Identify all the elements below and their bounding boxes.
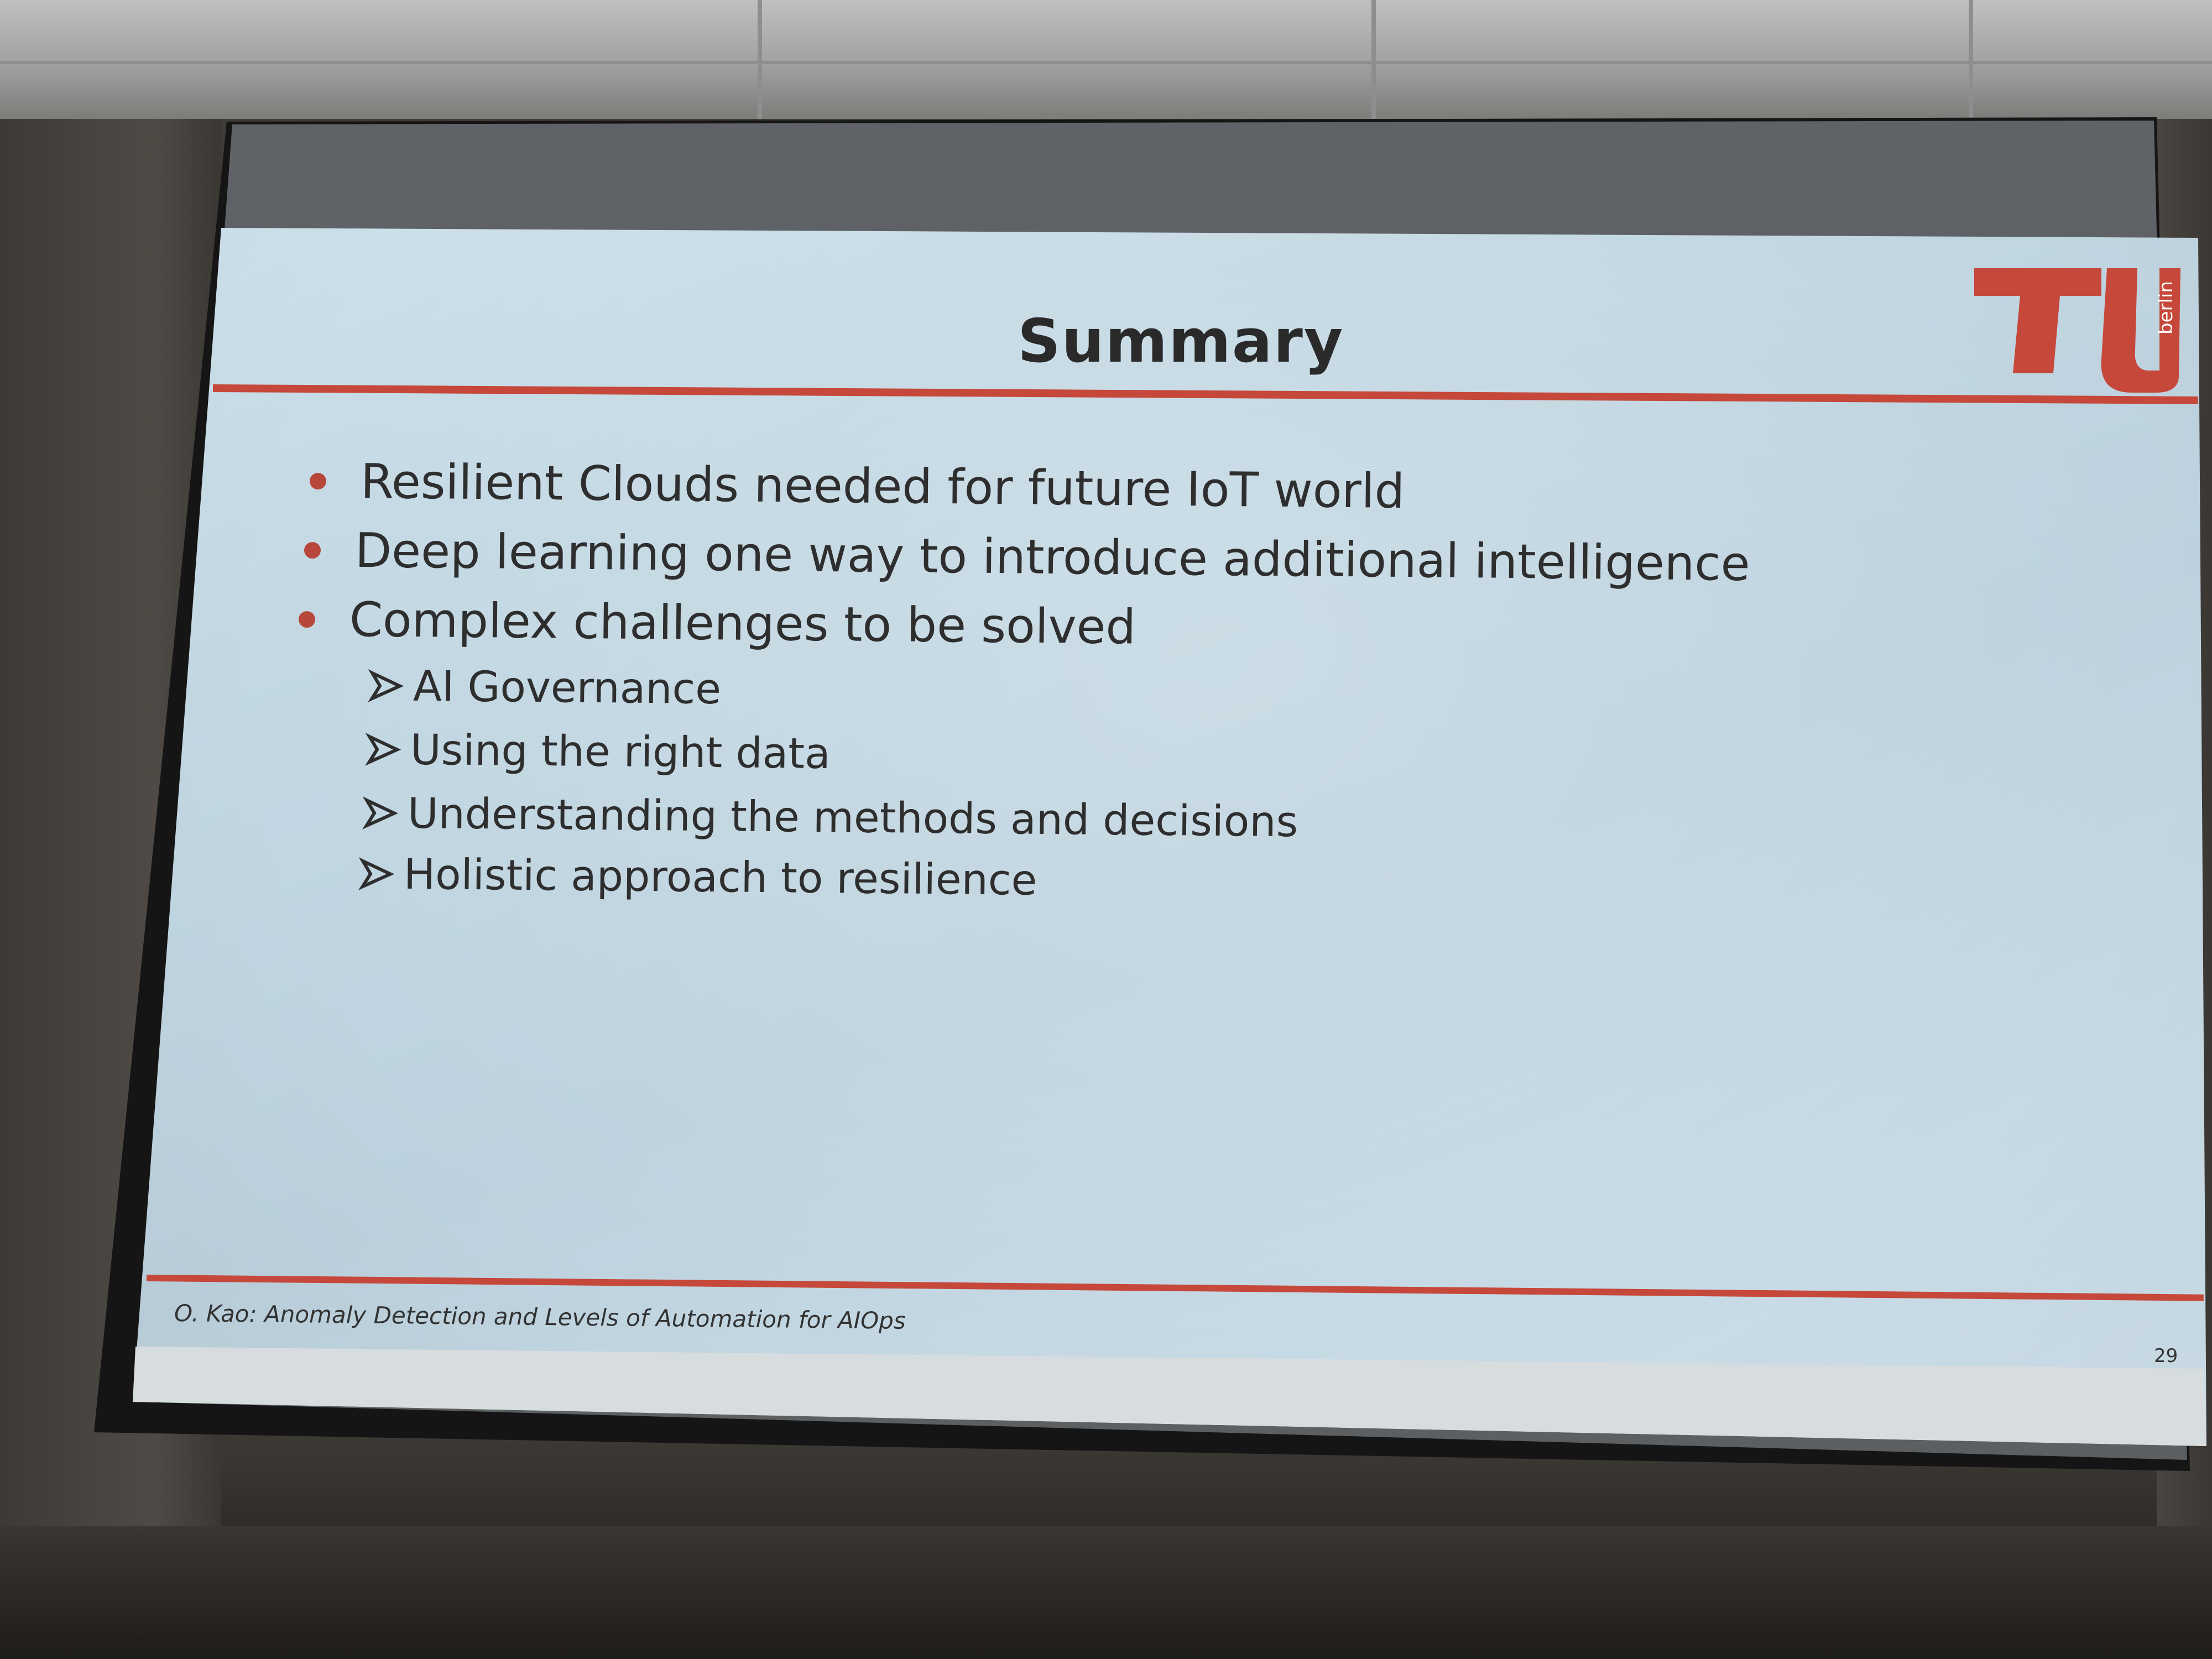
ceiling-grid-line [1969, 0, 1973, 119]
tu-berlin-logo-icon: berlin [1971, 257, 2184, 395]
bullet-text: Resilient Clouds needed for future IoT w… [360, 453, 1405, 520]
arrow-bullet-icon [365, 732, 401, 766]
ceiling-grid-line [758, 0, 762, 119]
ceiling [0, 0, 2212, 119]
bullet-item: Resilient Clouds needed for future IoT w… [309, 453, 1405, 520]
logo-berlin-text: berlin [2155, 281, 2177, 335]
sub-bullet-text: Using the right data [410, 724, 831, 779]
sub-bullet-item: Understanding the methods and decisions [362, 788, 1298, 846]
arrow-bullet-icon [368, 669, 404, 702]
bullet-text: Complex challenges to be solved [349, 592, 1136, 655]
sub-bullet-item: Using the right data [365, 724, 831, 778]
sub-bullet-text: AI Governance [413, 661, 722, 714]
slide-page-number: 29 [2154, 1345, 2178, 1367]
bullet-dot-icon [304, 542, 321, 559]
sub-bullet-item: AI Governance [368, 661, 722, 714]
ceiling-grid-line [1371, 0, 1376, 119]
sub-bullet-item: Holistic approach to resilience [358, 849, 1037, 905]
slide-title: Summary [1018, 307, 1344, 376]
ceiling-grid-line [0, 61, 2212, 64]
bullet-dot-icon [309, 473, 327, 490]
sub-bullet-text: Understanding the methods and decisions [407, 788, 1298, 847]
bullet-dot-icon [298, 611, 316, 628]
arrow-bullet-icon [362, 796, 399, 830]
lower-wall [0, 1526, 2212, 1659]
lecture-room-photo: Summary berlin Resilient Clouds needed f… [0, 0, 2212, 1659]
sub-bullet-text: Holistic approach to resilience [403, 849, 1037, 905]
bullet-item: Complex challenges to be solved [298, 592, 1136, 655]
arrow-bullet-icon [358, 857, 395, 890]
